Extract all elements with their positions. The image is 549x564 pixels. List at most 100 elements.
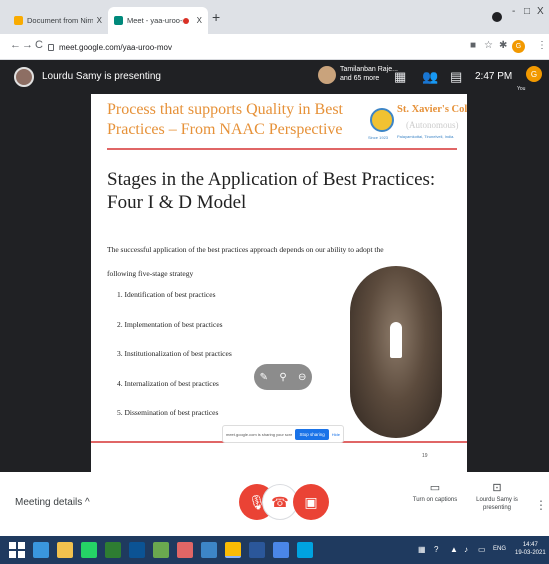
presenting-label: Lourdu Samy is presenting — [476, 497, 518, 511]
logo-location: Palayamkottai, Tirunelveli, India. — [397, 134, 455, 139]
windows-logo-pane — [17, 550, 25, 558]
whatsapp-icon[interactable] — [81, 542, 97, 558]
slide-page-number: 19 — [422, 453, 428, 459]
pin-icon[interactable]: ✎ — [260, 372, 268, 383]
zoom-icon[interactable] — [273, 542, 289, 558]
help-icon[interactable]: ? — [434, 545, 438, 554]
new-tab-button[interactable]: + — [212, 9, 220, 25]
taskbar-clock[interactable]: 14:47 19-03-2021 — [515, 541, 546, 557]
logo-college-name: St. Xavier's College — [397, 104, 467, 115]
self-label: You — [517, 86, 526, 92]
camera-toggle-button[interactable]: ▣ — [293, 484, 329, 520]
app-icon[interactable] — [105, 542, 121, 558]
url-field[interactable]: meet.google.com/yaa-uroo-mov — [48, 38, 468, 56]
highlighted-person-figure — [390, 322, 402, 358]
chevron-up-icon: ^ — [85, 497, 90, 508]
meeting-details-button[interactable]: Meeting details ^ — [15, 497, 90, 508]
shared-slide: Process that supports Quality in Best Pr… — [91, 94, 467, 472]
captions-icon: ▭ — [429, 482, 441, 494]
app-icon[interactable] — [201, 542, 217, 558]
meeting-details-label: Meeting details — [15, 497, 83, 508]
key-icon[interactable]: ■ — [470, 40, 476, 51]
presenting-button[interactable]: ⊡ Lourdu Samy is presenting — [472, 482, 522, 512]
clock-date: 19-03-2021 — [515, 550, 546, 556]
clock-time: 14:47 — [522, 542, 538, 548]
list-item: 2. Implementation of best practices — [117, 319, 223, 329]
camera-off-icon: ▣ — [304, 493, 318, 510]
volume-icon[interactable]: ♪ — [464, 545, 468, 554]
edge-icon[interactable] — [33, 542, 49, 558]
file-explorer-icon[interactable] — [57, 542, 73, 558]
logo-autonomous: (Autonomous) — [406, 120, 459, 130]
taskbar: ▦ ? ▲ ♪ ▭ ENG 14:47 19-03-2021 — [0, 536, 549, 564]
slide-intro: The successful application of the best p… — [107, 245, 384, 278]
recording-dot-icon — [182, 17, 189, 24]
windows-logo-pane — [17, 542, 25, 550]
grid-layout-icon[interactable]: ▦ — [394, 69, 406, 85]
battery-icon[interactable]: ▭ — [478, 545, 486, 554]
start-button[interactable] — [9, 542, 25, 558]
language-indicator[interactable]: ENG — [493, 546, 506, 552]
close-window-button[interactable]: X — [537, 6, 544, 17]
windows-logo-icon — [9, 542, 16, 550]
lock-icon — [48, 43, 54, 51]
slide-title: Stages in the Application of Best Practi… — [107, 169, 436, 213]
tab-title: Meet - yaa-uroo-mov — [127, 16, 183, 25]
more-icon[interactable]: ⋮ — [537, 40, 547, 51]
tab-close-icon[interactable]: X — [97, 16, 102, 25]
present-icon: ⊡ — [492, 482, 502, 494]
star-icon[interactable]: ☆ — [484, 40, 493, 51]
minus-circle-icon[interactable]: ⊖ — [298, 372, 306, 383]
meet-clock: 2:47 PM — [475, 71, 513, 82]
address-bar: ← → C meet.google.com/yaa-uroo-mov ■ ☆ ✱… — [0, 34, 549, 60]
share-notice-text: meet.google.com is sharing your screen. — [226, 431, 293, 437]
hang-up-icon: ☎ — [271, 493, 289, 510]
tab-document[interactable]: Document from Nirmala - gogu X — [8, 7, 108, 34]
network-icon[interactable]: ▲ — [450, 545, 458, 554]
profile-avatar[interactable]: G — [512, 40, 525, 53]
participant-count: and 65 more — [340, 75, 380, 82]
presenter-label: Lourdu Samy is presenting — [42, 71, 161, 82]
presentation-stage: Process that supports Quality in Best Pr… — [0, 94, 549, 472]
browser-tab-strip: Document from Nirmala - gogu X Meet - ya… — [0, 0, 549, 34]
back-button[interactable]: ← — [10, 39, 21, 51]
list-item: 1. Identification of best practices — [117, 290, 216, 299]
self-avatar[interactable]: G — [526, 66, 542, 82]
app-icon[interactable] — [153, 542, 169, 558]
app-icon[interactable] — [129, 542, 145, 558]
college-logo — [370, 108, 394, 132]
captions-button[interactable]: ▭ Turn on captions — [410, 482, 460, 504]
tab-meet[interactable]: Meet - yaa-uroo-mov X — [108, 7, 208, 34]
participant-name: Tamilanban Raje... — [340, 66, 398, 73]
participant-summary: Tamilanban Raje... and 65 more — [340, 65, 398, 83]
media-player-icon[interactable] — [177, 542, 193, 558]
tab-close-icon[interactable]: X — [197, 16, 202, 25]
step-list: 1. Identification of best practices 2. I… — [117, 290, 232, 438]
reload-button[interactable]: C — [35, 39, 43, 51]
url-text: meet.google.com/yaa-uroo-mov — [59, 42, 172, 52]
participant-avatar — [318, 66, 336, 84]
meet-favicon-icon — [114, 16, 123, 25]
slide-reaction-bar: ✎ ⚲ ⊖ — [254, 364, 312, 390]
header-divider — [107, 148, 457, 150]
tab-title: Document from Nirmala - gogu — [27, 16, 93, 25]
people-icon[interactable]: 👥 — [422, 69, 438, 85]
tab-profile-icon[interactable] — [492, 12, 502, 22]
chrome-icon[interactable] — [225, 542, 241, 558]
forward-button[interactable]: → — [22, 39, 33, 51]
app-icon[interactable] — [297, 542, 313, 558]
list-item: 3. Institutionalization of best practice… — [117, 349, 232, 358]
maximize-button[interactable]: □ — [524, 6, 530, 17]
minimize-button[interactable]: - — [512, 6, 515, 17]
list-item: 4. Internalization of best practices — [117, 378, 219, 388]
logo-since: Since 1923 — [368, 135, 389, 140]
keyboard-icon[interactable]: ▦ — [418, 545, 426, 554]
more-options-icon[interactable]: ⋮ — [535, 498, 547, 512]
word-icon[interactable] — [249, 542, 265, 558]
mute-icon[interactable]: ⚲ — [279, 372, 286, 383]
meet-top-bar: Lourdu Samy is presenting Tamilanban Raj… — [0, 60, 549, 94]
stop-sharing-button[interactable]: Stop sharing — [295, 428, 329, 440]
chat-icon[interactable]: ▤ — [450, 69, 462, 85]
hide-button[interactable]: Hide — [332, 432, 340, 437]
extensions-icon[interactable]: ✱ — [499, 40, 507, 51]
